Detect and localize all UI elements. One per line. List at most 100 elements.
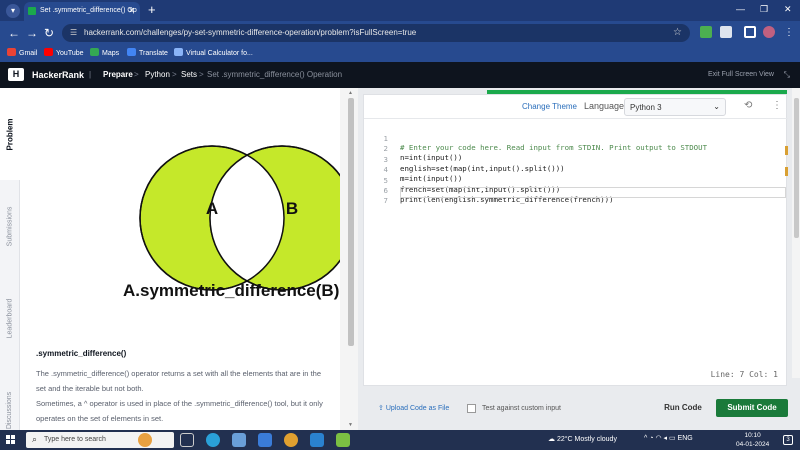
editor-pane: Change Theme Language Python 3 ⌄ ⟲ ⋮ 1 #… bbox=[358, 88, 800, 430]
new-tab-button[interactable]: + bbox=[148, 2, 156, 17]
tab-problem[interactable]: Problem bbox=[0, 88, 20, 180]
change-theme-link[interactable]: Change Theme bbox=[522, 102, 577, 111]
current-line-highlight bbox=[400, 187, 786, 198]
cursor-position: Line: 7 Col: 1 bbox=[710, 370, 778, 379]
notifications-icon[interactable]: 3 bbox=[783, 435, 793, 445]
maximize-button[interactable]: ❐ bbox=[760, 4, 768, 15]
scroll-down-icon[interactable]: ▼ bbox=[348, 422, 353, 428]
site-info-icon[interactable]: ☰ bbox=[70, 28, 77, 37]
system-tray: ^ ◔ ◠ ◂ ▭ ENG bbox=[644, 434, 693, 442]
url-bar[interactable]: ☰ hackerrank.com/challenges/py-set-symme… bbox=[62, 24, 690, 42]
run-code-button[interactable]: Run Code bbox=[655, 399, 711, 417]
scroll-up-icon[interactable]: ▲ bbox=[348, 90, 353, 96]
hackerrank-logo-icon[interactable]: H bbox=[8, 68, 24, 81]
clock-date: 04-01-2024 bbox=[736, 441, 770, 448]
line-number: 7 bbox=[383, 196, 388, 206]
chrome-icon[interactable] bbox=[284, 433, 298, 447]
description-paragraph: Sometimes, a ^ operator is used in place… bbox=[36, 399, 323, 423]
task-view-icon[interactable] bbox=[180, 433, 194, 447]
breadcrumb-current: Set .symmetric_difference() Operation bbox=[207, 70, 343, 79]
breadcrumb-prepare[interactable]: Prepare bbox=[103, 70, 133, 79]
language-label: Language bbox=[584, 101, 625, 111]
warning-marker bbox=[785, 166, 788, 176]
description-paragraph: The .symmetric_difference() operator ret… bbox=[36, 369, 321, 393]
close-tab-icon[interactable]: ✕ bbox=[128, 6, 135, 15]
wifi-icon[interactable]: ◠ bbox=[655, 435, 661, 442]
scrollbar-thumb[interactable] bbox=[794, 98, 799, 238]
breadcrumb-python[interactable]: Python bbox=[145, 70, 170, 79]
language-select[interactable]: Python 3 ⌄ bbox=[624, 98, 726, 116]
breadcrumb-sets[interactable]: Sets bbox=[181, 70, 197, 79]
brand-name[interactable]: HackerRank bbox=[32, 70, 84, 80]
maps-icon bbox=[90, 48, 99, 56]
tab-search-icon[interactable]: ▾ bbox=[6, 4, 20, 18]
more-options-icon[interactable]: ⋮ bbox=[772, 100, 782, 111]
code-area[interactable]: 1 # Enter your code here. Read input fro… bbox=[364, 125, 788, 357]
cloud-icon: ☁ bbox=[548, 436, 555, 443]
bookmark-star-icon[interactable]: ☆ bbox=[673, 27, 682, 38]
vscode-icon[interactable] bbox=[310, 433, 324, 447]
browser-tab-strip: ▾ Set .symmetric_difference() Op ✕ + — ❐… bbox=[0, 0, 800, 21]
volume-icon[interactable]: ◂ bbox=[664, 435, 668, 442]
editor-scrollbar[interactable] bbox=[792, 88, 800, 378]
close-window-button[interactable]: ✕ bbox=[784, 4, 792, 15]
venn-label-a: A bbox=[206, 199, 218, 218]
bookmark-translate[interactable]: Translate bbox=[127, 48, 168, 57]
bookmark-maps[interactable]: Maps bbox=[90, 48, 119, 57]
address-toolbar: ← → ↻ ☰ hackerrank.com/challenges/py-set… bbox=[0, 21, 800, 45]
scrollbar-thumb[interactable] bbox=[348, 98, 354, 346]
reload-icon[interactable]: ↻ bbox=[44, 26, 54, 40]
minimize-button[interactable]: — bbox=[736, 4, 745, 14]
exit-full-screen-link[interactable]: Exit Full Screen View bbox=[708, 71, 774, 78]
bookmark-youtube[interactable]: YouTube bbox=[44, 48, 84, 57]
restore-history-icon[interactable]: ⟲ bbox=[744, 100, 752, 111]
custom-input-label[interactable]: Test against custom input bbox=[482, 405, 561, 412]
collapse-icon[interactable]: ⤡ bbox=[784, 70, 790, 80]
bookmark-gmail[interactable]: Gmail bbox=[7, 48, 37, 57]
hackerrank-header: H HackerRank | Prepare > Python > Sets >… bbox=[0, 62, 800, 88]
bookmark-virtual-calculator[interactable]: Virtual Calculator fo... bbox=[174, 48, 253, 57]
back-arrow-icon[interactable]: ← bbox=[8, 26, 20, 40]
side-panel-icon[interactable] bbox=[744, 26, 756, 38]
weather-widget[interactable]: ☁ 22°C Mostly cloudy bbox=[548, 435, 617, 443]
clock[interactable]: 10:10 04-01-2024 bbox=[736, 431, 769, 449]
forward-arrow-icon[interactable]: → bbox=[26, 26, 38, 40]
network-icon[interactable]: ◔ bbox=[649, 435, 653, 442]
code-editor: Change Theme Language Python 3 ⌄ ⟲ ⋮ 1 #… bbox=[363, 94, 788, 386]
extensions-puzzle-icon[interactable] bbox=[720, 26, 732, 38]
browser-tab-active[interactable]: Set .symmetric_difference() Op ✕ bbox=[24, 2, 140, 21]
chevron-right-icon: > bbox=[199, 70, 204, 79]
edge-browser-icon[interactable] bbox=[206, 433, 220, 447]
search-highlight-icon[interactable] bbox=[138, 433, 152, 447]
custom-input-checkbox[interactable] bbox=[467, 404, 476, 413]
extension-icon[interactable] bbox=[700, 26, 712, 38]
file-explorer-icon[interactable] bbox=[232, 433, 246, 447]
clock-time: 10:10 bbox=[744, 432, 761, 439]
problem-scrollbar[interactable]: ▲ ▼ bbox=[340, 88, 358, 430]
browser-menu-icon[interactable]: ⋮ bbox=[784, 26, 794, 40]
battery-icon[interactable]: ▭ bbox=[669, 435, 676, 442]
translate-icon bbox=[127, 48, 136, 56]
code-line: 1 # Enter your code here. Read input fro… bbox=[364, 125, 788, 152]
code-line: 3 english=set(map(int,input().split())) bbox=[364, 145, 788, 173]
tab-submissions[interactable]: Submissions bbox=[0, 180, 20, 272]
language-value: Python 3 bbox=[630, 103, 662, 112]
editor-actions: ⇪ Upload Code as File Test against custo… bbox=[358, 390, 800, 430]
show-hidden-icon[interactable]: ^ bbox=[644, 435, 647, 442]
windows-start-icon[interactable] bbox=[6, 435, 16, 445]
upload-code-link[interactable]: ⇪ Upload Code as File bbox=[378, 404, 449, 412]
submit-code-button[interactable]: Submit Code bbox=[716, 399, 788, 417]
search-icon: ⌕ bbox=[32, 434, 38, 444]
language-indicator[interactable]: ENG bbox=[678, 435, 693, 442]
section-title: .symmetric_difference() bbox=[36, 349, 127, 358]
url-text: hackerrank.com/challenges/py-set-symmetr… bbox=[84, 28, 417, 37]
app-icon[interactable] bbox=[336, 433, 350, 447]
problem-description: The .symmetric_difference() operator ret… bbox=[36, 366, 326, 426]
profile-avatar[interactable] bbox=[763, 26, 775, 38]
tab-leaderboard[interactable]: Leaderboard bbox=[0, 272, 20, 364]
hackerrank-favicon-icon bbox=[28, 7, 36, 15]
upload-icon: ⇪ bbox=[378, 405, 384, 412]
code-line: 2 n=int(input()) bbox=[364, 135, 788, 162]
mail-icon[interactable] bbox=[258, 433, 272, 447]
problem-statement: A B A.symmetric_difference(B) or .symmet… bbox=[20, 88, 340, 430]
